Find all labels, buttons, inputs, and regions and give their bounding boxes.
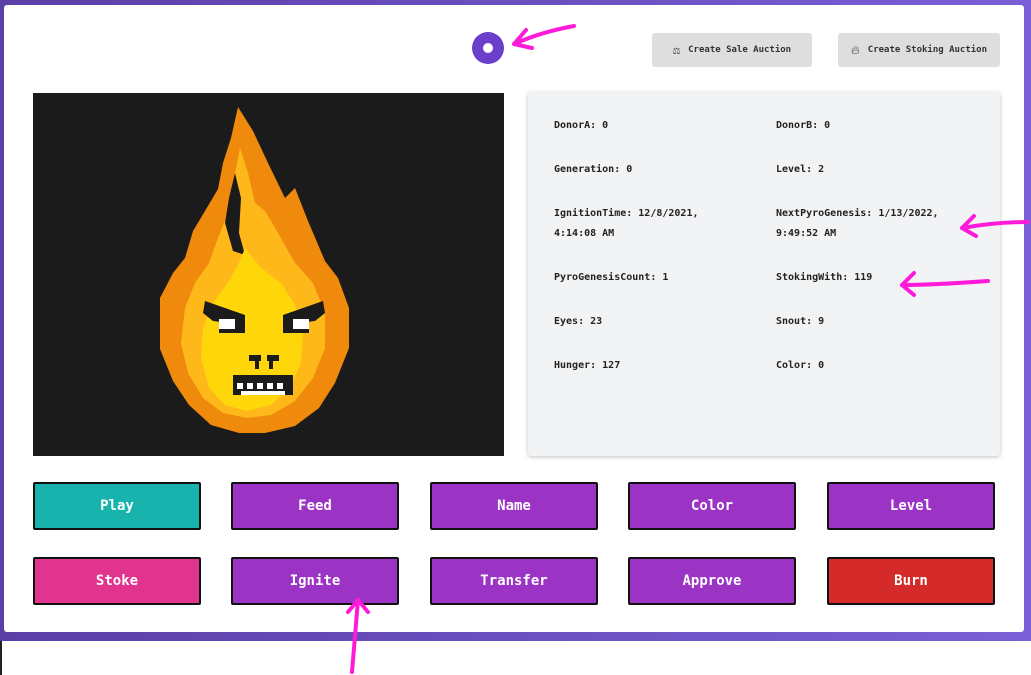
color-button[interactable]: Color bbox=[628, 482, 796, 530]
pyro-artwork bbox=[33, 93, 504, 456]
transfer-button[interactable]: Transfer bbox=[430, 557, 598, 605]
create-stoking-auction-button[interactable]: 🔥︎ Create Stoking Auction bbox=[838, 33, 1000, 67]
play-button[interactable]: Play bbox=[33, 482, 201, 530]
stoke-button[interactable]: Stoke bbox=[33, 557, 201, 605]
window-edge bbox=[0, 641, 2, 675]
level-button[interactable]: Level bbox=[827, 482, 995, 530]
ignition-time-field: IgnitionTime: 12/8/2021, 4:14:08 AM bbox=[554, 204, 754, 244]
feed-button[interactable]: Feed bbox=[231, 482, 399, 530]
stats-panel: DonorA: 0 DonorB: 0 Generation: 0 Level:… bbox=[528, 92, 1000, 456]
create-sale-auction-button[interactable]: ⚖ Create Sale Auction bbox=[652, 33, 812, 67]
hunger-field: Hunger: 127 bbox=[554, 360, 621, 371]
donor-a-field: DonorA: 0 bbox=[554, 120, 609, 131]
pyrogenesis-count-field: PyroGenesisCount: 1 bbox=[554, 272, 669, 283]
flame-icon: 🔥︎ bbox=[850, 42, 860, 57]
next-pyrogenesis-field: NextPyroGenesis: 1/13/2022, 9:49:52 AM bbox=[776, 204, 981, 244]
level-field: Level: 2 bbox=[776, 164, 825, 175]
eyes-field: Eyes: 23 bbox=[554, 316, 603, 327]
ignition-time-line-1: IgnitionTime: 12/8/2021, bbox=[554, 208, 699, 219]
burn-button[interactable]: Burn bbox=[827, 557, 995, 605]
stoking-with-field: StokingWith: 119 bbox=[776, 272, 873, 283]
scale-icon: ⚖ bbox=[672, 43, 681, 57]
ignition-time-line-2: 4:14:08 AM bbox=[554, 228, 615, 239]
create-stoking-auction-label: Create Stoking Auction bbox=[867, 45, 988, 55]
donor-b-field: DonorB: 0 bbox=[776, 120, 831, 131]
snout-field: Snout: 9 bbox=[776, 316, 825, 327]
flame-character-image bbox=[160, 107, 349, 433]
create-sale-auction-label: Create Sale Auction bbox=[688, 45, 792, 55]
next-pyrogenesis-line-2: 9:49:52 AM bbox=[776, 228, 837, 239]
approve-button[interactable]: Approve bbox=[628, 557, 796, 605]
logo-icon[interactable] bbox=[472, 32, 504, 64]
color-field: Color: 0 bbox=[776, 360, 825, 371]
generation-field: Generation: 0 bbox=[554, 164, 633, 175]
next-pyrogenesis-line-1: NextPyroGenesis: 1/13/2022, bbox=[776, 208, 939, 219]
name-button[interactable]: Name bbox=[430, 482, 598, 530]
ignite-button[interactable]: Ignite bbox=[231, 557, 399, 605]
